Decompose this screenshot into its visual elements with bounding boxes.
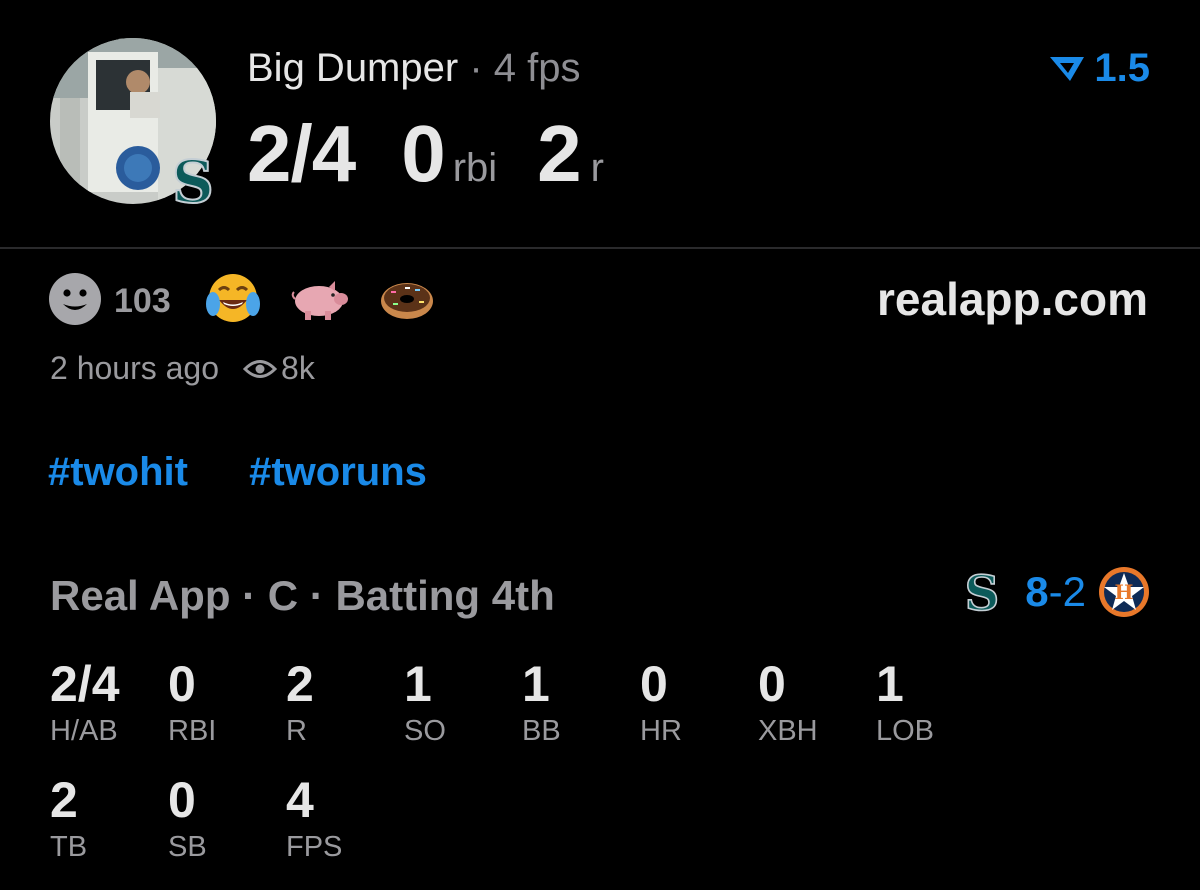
svg-text:H: H [1115,580,1134,604]
game-context: Real App · C · Batting 4th [50,572,555,619]
rbi-value: 0 [401,109,445,198]
post-meta: 2 hours ago 8k [50,350,315,387]
smiley-reaction-icon[interactable] [48,272,102,331]
headline-stats: 2/4 0 rbi 2 r [247,108,604,198]
view-count-value: 8k [281,350,315,386]
mariners-logo-icon: S [170,147,216,217]
stat-cell: 1 BB [520,656,638,748]
stat-value: 0 [758,656,786,712]
stat-label: RBI [168,715,217,747]
stats-row-1: 2/4 H/AB 0 RBI 2R 1 SO 1 BB 0 HR 0 XBH 1 LOB [48,656,992,748]
stat-label: BB [522,715,561,747]
stat-label: HR [640,715,682,747]
score-dash: - [1048,568,1063,615]
stat-label: SB [168,831,207,863]
stat-cell: 0 RBI [166,656,284,748]
home-score: 8 [1025,568,1049,615]
astros-logo-icon: H [1098,566,1150,618]
stat-cell: 2R [284,656,402,748]
player-title-line: Big Dumper · 4 fps [247,44,580,92]
stat-label: XBH [758,715,818,747]
stat-value: 1 [522,656,550,712]
stat-cell: 1 SO [402,656,520,748]
stat-value: 1 [876,656,904,712]
site-link[interactable]: realapp.com [877,272,1148,326]
stat-value: 0 [640,656,668,712]
post-time: 2 hours ago [50,350,220,386]
reaction-count: 103 [114,281,171,320]
game-score[interactable]: S 8 - 2 H [965,566,1150,618]
stat-cell: 0 HR [638,656,756,748]
stat-label: FPS [286,831,343,863]
stat-cell: 1 LOB [874,656,992,748]
view-count: 8k [243,350,315,387]
reactions-bar: 103 [48,272,463,327]
stat-value: 2/4 [50,656,120,712]
stat-cell: 0 XBH [756,656,874,748]
eye-icon [243,359,278,378]
stat-cell: 2 TB [48,772,166,864]
donut-emoji-icon[interactable] [379,277,435,326]
hashtags: #twohit #tworuns [48,450,477,495]
stat-label: SO [404,715,446,747]
runs-value: 2 [537,109,581,198]
stat-value: 4 [286,772,314,828]
hashtag-link[interactable]: #twohit [48,450,188,494]
svg-text:S: S [172,150,214,214]
stat-label: H/AB [50,715,118,747]
stat-cell: 4 FPS [284,772,402,864]
hashtag-link[interactable]: #tworuns [249,450,427,494]
rbi-label: rbi [452,146,498,190]
title-separator: · [458,46,494,90]
stats-row-2: 2 TB 0 SB 4 FPS [48,772,402,864]
stat-cell: 0 SB [166,772,284,864]
player-name[interactable]: Big Dumper [247,46,458,90]
rating-flag-icon [1050,56,1085,81]
stat-value: 1 [404,656,432,712]
player-fps: 4 fps [493,46,581,90]
stat-label: LOB [876,715,935,747]
mariners-logo-icon: S [965,566,999,618]
rating-value: 1.5 [1094,46,1150,90]
stat-value: 2 [50,772,78,828]
laughing-tears-emoji-icon[interactable] [205,272,261,331]
stat-label: R [286,715,307,747]
stat-value: 2 [286,656,314,712]
stat-value: 0 [168,656,196,712]
stat-label: TB [50,831,88,863]
hits-at-bats: 2/4 [247,109,356,198]
stat-value: 0 [168,772,196,828]
stat-cell: 2/4 H/AB [48,656,166,748]
pig-emoji-icon[interactable] [289,277,351,326]
away-score: 2 [1062,568,1086,615]
svg-text:S: S [965,566,999,618]
rating-badge[interactable]: 1.5 [1048,46,1150,91]
runs-label: r [590,146,604,190]
header-divider [0,247,1200,249]
